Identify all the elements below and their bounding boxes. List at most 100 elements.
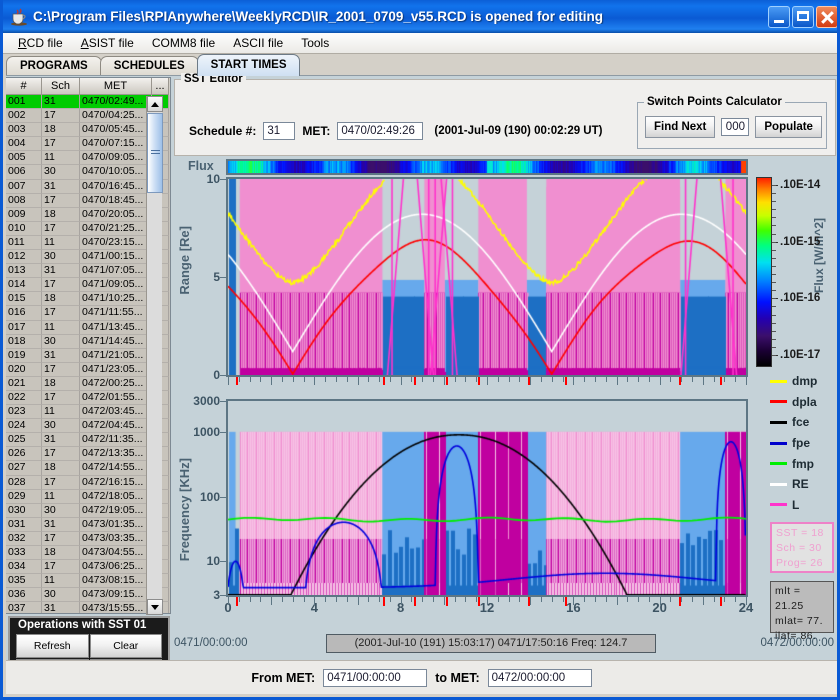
- time-minor-tick: [400, 597, 402, 605]
- range-tick-mark: [220, 179, 226, 180]
- content-panel: # Sch MET ... 001 31 0470/02:49... 002 17 047…: [6, 73, 837, 694]
- time-minor-tick: [357, 377, 359, 385]
- from-met-input[interactable]: 0471/00:00:00: [323, 668, 428, 687]
- cell-met: 0471/09:05...: [80, 278, 152, 293]
- cell-sch: 17: [42, 531, 80, 546]
- refresh-button[interactable]: Refresh: [16, 634, 89, 658]
- scroll-up-icon[interactable]: [147, 96, 163, 112]
- time-minor-tick: [368, 597, 370, 602]
- cell-met: 0472/00:25...: [80, 376, 152, 391]
- start-times-table: # Sch MET ... 001 31 0470/02:49... 002 17 047…: [6, 77, 171, 615]
- clear-button[interactable]: Clear: [89, 634, 162, 658]
- frequency-plot[interactable]: [226, 399, 748, 597]
- cell-met: 0470/21:25...: [80, 221, 152, 236]
- to-met-input[interactable]: 0472/00:00:00: [487, 668, 592, 687]
- cell-sch: 30: [42, 250, 80, 265]
- cell-sch: 30: [42, 588, 80, 603]
- scroll-down-icon[interactable]: [147, 599, 163, 615]
- legend-item-fmp[interactable]: fmp: [770, 453, 836, 474]
- time-minor-tick: [497, 377, 499, 382]
- time-minor-tick: [443, 377, 445, 385]
- time-minor-tick: [638, 377, 640, 382]
- time-minor-tick: [746, 377, 747, 385]
- cell-met: 0472/14:55...: [80, 461, 152, 476]
- time-minor-tick: [551, 597, 553, 602]
- cell-sch: 11: [42, 151, 80, 166]
- cell-index: 002: [6, 109, 42, 124]
- cell-met: 0471/11:55...: [80, 306, 152, 321]
- tab-start-times[interactable]: START TIMES: [196, 54, 301, 76]
- menu-tools[interactable]: Tools: [292, 34, 338, 52]
- cell-met: 0470/10:05...: [80, 165, 152, 180]
- time-minor-tick: [562, 377, 564, 382]
- range-tick-label: 0: [213, 368, 220, 382]
- legend-item-fce[interactable]: fce: [770, 412, 836, 433]
- column-header-index[interactable]: #: [6, 78, 42, 95]
- met-input[interactable]: 0470/02:49:26: [337, 122, 424, 140]
- time-minor-tick: [713, 377, 715, 382]
- series-legend: dmp dpla fce fpe fmp RE L: [770, 371, 836, 515]
- legend-item-fpe[interactable]: fpe: [770, 433, 836, 454]
- cell-index: 028: [6, 475, 42, 490]
- schedule-input[interactable]: 31: [263, 122, 296, 140]
- column-header-met[interactable]: MET: [80, 78, 152, 95]
- minimize-button[interactable]: [768, 5, 790, 28]
- java-coffee-cup-icon: [9, 7, 29, 27]
- frequency-tick-label: 10: [206, 554, 220, 569]
- legend-label: dpla: [792, 394, 817, 409]
- time-minor-tick: [573, 377, 575, 385]
- time-minor-tick: [605, 377, 607, 382]
- status-right-met: 0472/00:00:00: [760, 637, 834, 649]
- colorbar-minor-tick: [772, 233, 776, 235]
- cell-met: 0472/13:35...: [80, 447, 152, 462]
- range-plot[interactable]: [226, 177, 748, 377]
- close-button[interactable]: [816, 5, 837, 28]
- legend-label: L: [792, 497, 800, 512]
- tab-programs[interactable]: PROGRAMS: [6, 56, 102, 76]
- colorbar-tick-label: .10E-14: [780, 179, 821, 191]
- legend-swatch-icon: [770, 462, 787, 466]
- column-header-more[interactable]: ...: [152, 78, 169, 95]
- legend-item-L[interactable]: L: [770, 495, 836, 516]
- cell-index: 016: [6, 306, 42, 321]
- cell-index: 012: [6, 250, 42, 265]
- colorbar-minor-tick: [772, 355, 776, 356]
- menu-ascii-file[interactable]: ASCII file: [224, 34, 292, 52]
- switch-points-count-input[interactable]: 000: [721, 118, 750, 136]
- populate-button[interactable]: Populate: [755, 116, 822, 138]
- time-minor-tick: [443, 597, 445, 605]
- scrollbar-thumb[interactable]: [147, 113, 163, 193]
- time-minor-tick: [692, 377, 694, 382]
- cell-sch: 17: [42, 475, 80, 490]
- legend-item-dmp[interactable]: dmp: [770, 371, 836, 392]
- menu-asist-file[interactable]: ASIST file: [72, 34, 143, 52]
- colorbar-minor-tick: [772, 322, 776, 324]
- legend-item-RE[interactable]: RE: [770, 474, 836, 495]
- menu-comm8-file[interactable]: COMM8 file: [143, 34, 224, 52]
- time-minor-tick: [476, 377, 478, 382]
- cell-met: 0471/23:05...: [80, 362, 152, 377]
- table-scrollbar[interactable]: [146, 96, 163, 615]
- time-minor-tick: [540, 597, 542, 602]
- maximize-button[interactable]: [792, 5, 814, 28]
- event-marker-icon: [445, 597, 448, 606]
- cell-sch: 31: [42, 602, 80, 613]
- cell-met: 0470/07:15...: [80, 137, 152, 152]
- time-minor-tick: [627, 377, 629, 382]
- frequency-tick-mark: [220, 595, 226, 596]
- column-header-sch[interactable]: Sch: [42, 78, 80, 95]
- find-next-button[interactable]: Find Next: [645, 116, 716, 138]
- time-minor-tick: [605, 597, 607, 602]
- colorbar-minor-tick: [772, 241, 776, 243]
- cell-index: 036: [6, 588, 42, 603]
- legend-item-dpla[interactable]: dpla: [770, 392, 836, 413]
- time-minor-tick: [260, 377, 262, 382]
- menu-rcd-file[interactable]: RCD file: [9, 34, 72, 52]
- cell-met: 0472/01:55...: [80, 390, 152, 406]
- cell-met: 0470/23:15...: [80, 235, 152, 251]
- cell-index: 035: [6, 574, 42, 589]
- legend-swatch-icon: [770, 482, 787, 486]
- event-marker-icon: [528, 597, 530, 606]
- time-minor-tick: [281, 377, 283, 382]
- cell-met: 0470/09:05...: [80, 151, 152, 166]
